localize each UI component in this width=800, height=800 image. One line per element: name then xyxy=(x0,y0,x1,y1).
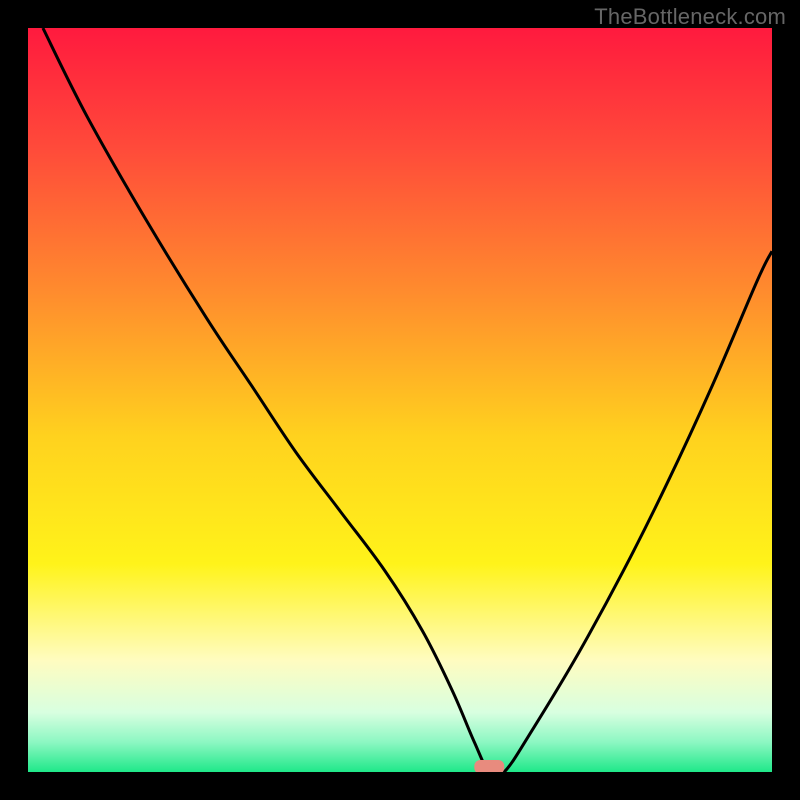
watermark-text: TheBottleneck.com xyxy=(594,4,786,30)
gradient-background xyxy=(28,28,772,772)
chart-frame: TheBottleneck.com xyxy=(0,0,800,800)
chart-svg xyxy=(28,28,772,772)
optimal-point-marker xyxy=(474,760,504,772)
plot-area xyxy=(28,28,772,772)
